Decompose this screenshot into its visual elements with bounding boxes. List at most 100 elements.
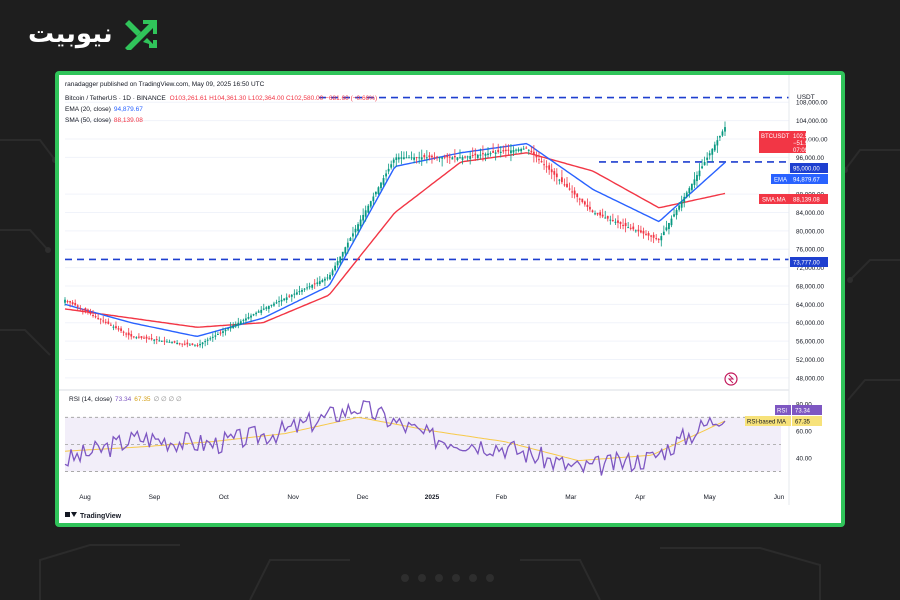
candle-body: [446, 154, 449, 158]
candle-body: [724, 127, 726, 132]
btc-badge-change: −51.90%: [793, 141, 818, 147]
rsi-ma-badge: RSI-based MA 67.35: [745, 416, 822, 426]
candle-body: [173, 341, 176, 343]
candle-body: [706, 157, 709, 160]
candle-body: [425, 157, 428, 159]
candle-body: [232, 325, 235, 329]
candle-body: [436, 156, 438, 158]
candle-body: [255, 312, 258, 315]
candle-body: [721, 131, 724, 136]
candle-body: [283, 298, 286, 301]
sma-legend: SMA (50, close) 88,139.08: [65, 117, 143, 124]
candle-body: [614, 221, 617, 223]
candle-body: [665, 227, 668, 231]
candle-body: [252, 314, 255, 316]
candle-body: [334, 265, 337, 271]
candle-body: [74, 302, 77, 306]
candle-body: [71, 302, 74, 304]
price-chart[interactable]: ranadagger published on TradingView.com,…: [59, 75, 841, 523]
candle-body: [66, 301, 69, 303]
candle-body: [107, 321, 110, 324]
candle-body: [670, 218, 673, 226]
candle-body: [599, 212, 602, 216]
candle-body: [543, 164, 545, 166]
candle-body: [566, 183, 568, 188]
candle-body: [237, 322, 240, 326]
price-tick-label: 84,000.00: [796, 210, 825, 217]
candle-body: [576, 193, 579, 198]
candle-body: [97, 317, 100, 319]
price-tick-label: 96,000.00: [796, 155, 825, 162]
time-tick-label: Oct: [219, 494, 229, 501]
candle-body: [331, 270, 334, 275]
candle-body: [668, 222, 670, 230]
candle-body: [219, 332, 222, 334]
price-tick-label: 108,000.00: [796, 100, 828, 107]
candle-body: [265, 307, 268, 309]
candle-body: [596, 212, 599, 215]
candle-body: [441, 157, 444, 159]
time-tick-label: Dec: [357, 494, 369, 501]
candle-body: [619, 222, 622, 224]
candle-body: [99, 318, 102, 320]
candle-body: [288, 295, 291, 297]
candle-body: [640, 230, 642, 233]
candle-body: [303, 288, 306, 290]
time-tick-label: Nov: [287, 494, 299, 501]
candle-body: [321, 279, 324, 283]
candle-body: [502, 150, 505, 152]
price-tick-label: 56,000.00: [796, 339, 825, 346]
candle-body: [382, 178, 385, 185]
candle-body: [540, 161, 543, 163]
candle-body: [359, 219, 362, 227]
candle-body: [622, 224, 624, 226]
candle-body: [535, 155, 538, 158]
candle-body: [181, 343, 184, 345]
candle-body: [168, 341, 171, 343]
candle-body: [629, 227, 632, 229]
candle-body: [545, 166, 548, 168]
candle-body: [290, 294, 293, 297]
price-tick-label: 52,000.00: [796, 357, 825, 364]
candle-body: [227, 328, 229, 330]
candle-body: [520, 148, 523, 152]
level-73k-value: 73,777.00: [793, 261, 820, 267]
candle-body: [532, 151, 535, 155]
candle-body: [573, 190, 576, 195]
candle-body: [374, 191, 377, 195]
candle-body: [494, 152, 497, 154]
candle-body: [606, 216, 609, 219]
candle-body: [703, 161, 706, 166]
candle-body: [130, 334, 133, 337]
candle-body: [336, 261, 339, 266]
rsi-badge-value: 73.34: [795, 409, 811, 415]
btc-badge-label: BTCUSDT: [761, 134, 790, 140]
candle-body: [69, 301, 71, 303]
btc-price-badge: BTCUSDT 102,580.00 −51.90% 07:09:47: [759, 131, 824, 154]
rsi-ma-badge-value: 67.35: [795, 420, 811, 426]
candle-body: [109, 324, 112, 326]
candle-body: [115, 326, 117, 329]
candle-body: [512, 150, 515, 153]
candle-body: [94, 316, 97, 318]
rsi-badge: RSI 73.34: [775, 405, 822, 415]
candle-body: [140, 336, 143, 338]
candle-body: [234, 324, 237, 327]
candle-body: [293, 293, 296, 295]
candle-body: [678, 205, 681, 210]
candle-body: [469, 156, 472, 159]
candle-body: [464, 156, 466, 158]
candle-body: [166, 341, 168, 343]
candle-body: [693, 179, 696, 185]
candle-body: [267, 306, 270, 309]
price-tick-label: 76,000.00: [796, 247, 825, 254]
candle-body: [186, 342, 189, 345]
candle-body: [214, 335, 217, 337]
candle-body: [245, 318, 247, 321]
candle-body: [137, 336, 140, 338]
candle-body: [609, 219, 612, 221]
candle-body: [326, 277, 329, 279]
candle-body: [586, 204, 589, 207]
candle-body: [191, 343, 194, 346]
candle-body: [341, 251, 344, 257]
